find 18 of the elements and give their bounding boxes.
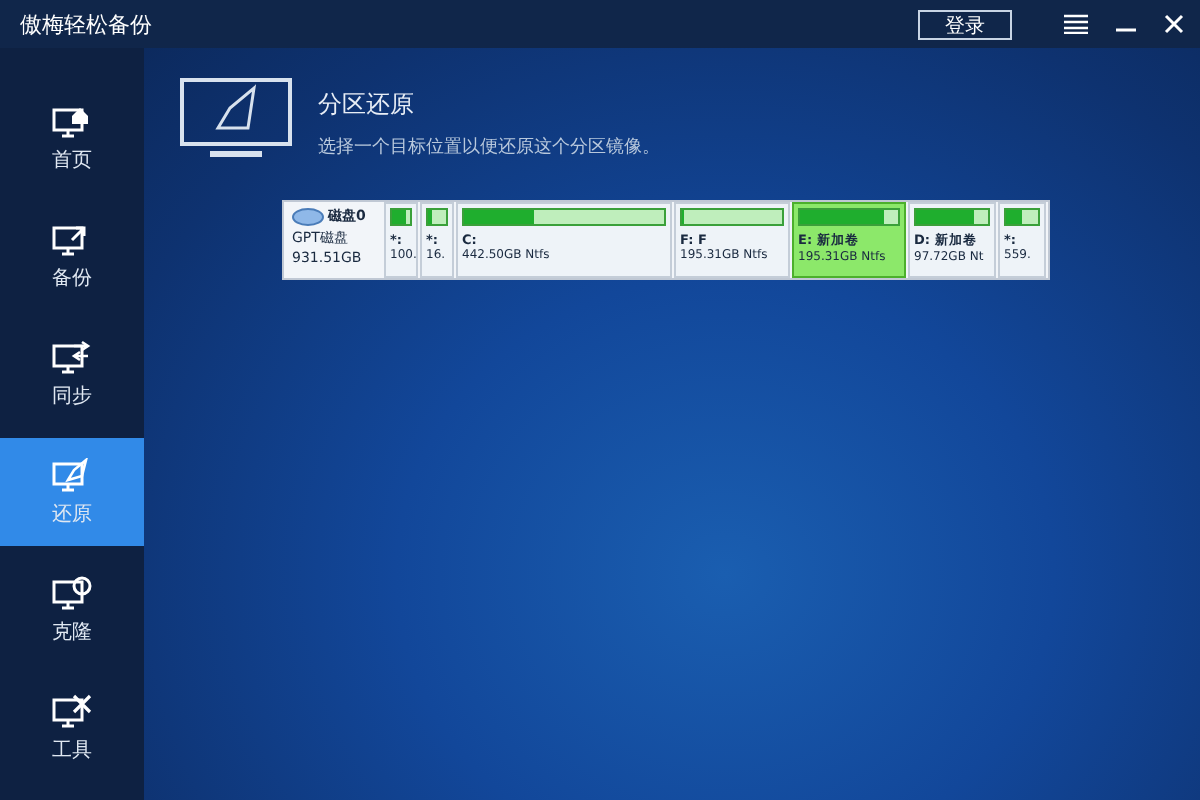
page-title: 分区还原 bbox=[318, 88, 416, 122]
sidebar-item[interactable]: 首页 bbox=[0, 84, 144, 192]
close-icon[interactable] bbox=[1164, 14, 1184, 34]
monitor-icon bbox=[52, 221, 92, 257]
login-button[interactable]: 登录 bbox=[918, 9, 1012, 39]
page-description: 选择一个目标位置以便还原这个分区镜像。 bbox=[318, 135, 660, 160]
window-title: 傲梅轻松备份 bbox=[20, 9, 152, 39]
sidebar-item[interactable]: 克隆 bbox=[0, 556, 144, 664]
disk-icon bbox=[292, 207, 324, 225]
monitor-icon bbox=[52, 693, 92, 729]
sidebar-item[interactable]: 工具 bbox=[0, 674, 144, 782]
monitor-icon bbox=[52, 339, 92, 375]
sidebar-item[interactable]: 备份 bbox=[0, 202, 144, 310]
monitor-icon bbox=[52, 103, 92, 139]
monitor-icon bbox=[52, 575, 92, 611]
sidebar-item[interactable]: 同步 bbox=[0, 320, 144, 428]
monitor-icon bbox=[52, 457, 92, 493]
menu-icon[interactable] bbox=[1064, 14, 1088, 34]
